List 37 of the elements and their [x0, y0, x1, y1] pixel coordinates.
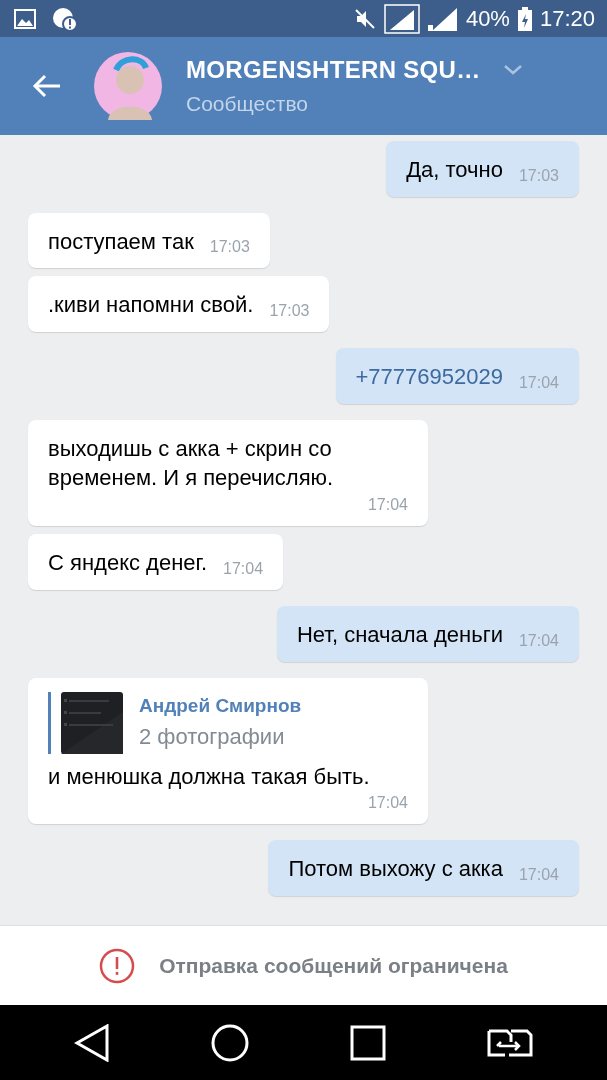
reply-attachment: 2 фотографии [139, 723, 286, 752]
alert-icon [52, 5, 78, 32]
restriction-notice: Отправка сообщений ограничена [159, 952, 508, 979]
message-text: Потом выхожу с акка [288, 855, 503, 884]
message-text: выходишь с акка + скрин со временем. И я перечисляю. [48, 434, 335, 493]
signal-icon [383, 3, 420, 34]
chat-title[interactable]: MORGENSHTERN SQU… [186, 52, 481, 89]
mute-icon [353, 7, 376, 30]
message-time: 17:04 [518, 372, 559, 393]
message-time: 17:03 [269, 301, 310, 322]
recents-icon[interactable] [349, 1024, 386, 1061]
message-time: 17:04 [223, 558, 264, 579]
chat-subtitle: Сообщество [186, 91, 309, 118]
message-time: 17:03 [209, 237, 250, 258]
home-icon[interactable] [211, 1023, 250, 1062]
message-text: поступаем так [48, 227, 194, 256]
back-icon[interactable] [32, 73, 62, 99]
phone-link[interactable]: +77776952029 [355, 362, 503, 392]
message-text: Да, точно [406, 156, 503, 184]
avatar [94, 52, 162, 120]
warning-icon [99, 947, 136, 984]
image-icon [14, 8, 36, 29]
message-time: 17:04 [518, 864, 559, 885]
message-text: С яндекс денег. [48, 549, 208, 578]
battery-percent: 40% [465, 5, 510, 33]
back-nav-icon[interactable] [74, 1023, 111, 1062]
message-text: Нет, сначала деньги [296, 620, 503, 649]
message-time: 17:03 [518, 165, 559, 186]
reply-author[interactable]: Андрей Смирнов [139, 691, 302, 721]
message-text: .киви напомни свой. [48, 291, 254, 320]
message-time: 17:04 [367, 495, 408, 516]
message-time: 17:04 [518, 630, 559, 651]
message-text: и менюшка должна такая быть. [48, 762, 370, 791]
signal-icon [427, 5, 458, 32]
clock: 17:20 [539, 5, 595, 33]
message-time: 17:04 [367, 793, 408, 814]
battery-icon [517, 6, 532, 31]
